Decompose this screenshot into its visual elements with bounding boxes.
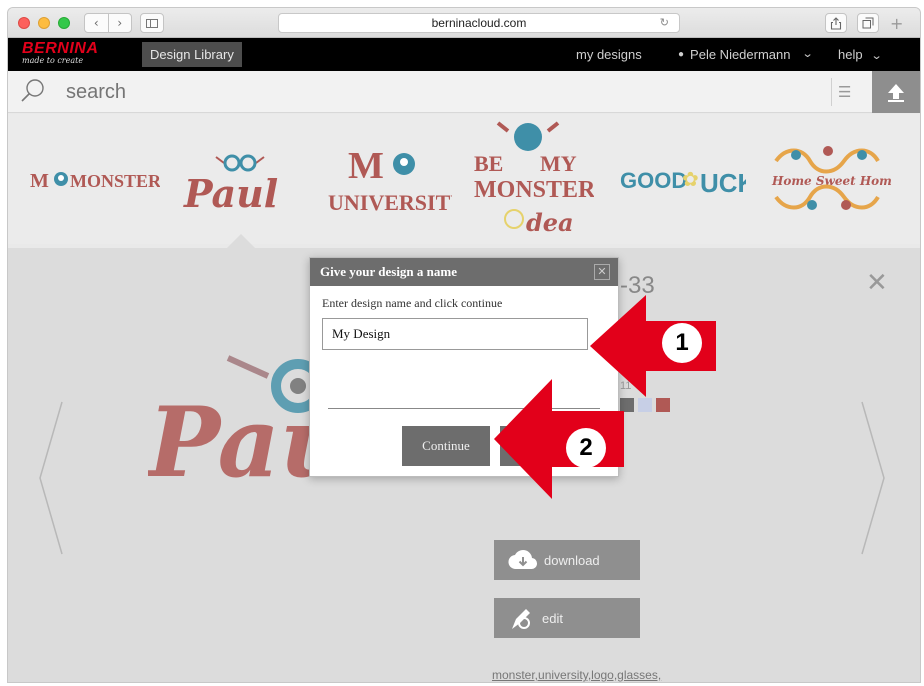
- carousel-item[interactable]: M MONSTER: [28, 114, 160, 244]
- continue-button[interactable]: Continue: [402, 426, 490, 466]
- svg-text:Paul: Paul: [183, 171, 278, 215]
- svg-text:MONSTER: MONSTER: [70, 171, 160, 191]
- share-button[interactable]: [825, 13, 847, 33]
- history-nav: ‹ ›: [84, 13, 132, 33]
- svg-text:BE: BE: [474, 151, 503, 176]
- svg-text:UCK: UCK: [700, 168, 746, 198]
- show-tabs-button[interactable]: [857, 13, 879, 33]
- dialog-close-icon[interactable]: ✕: [594, 264, 610, 280]
- tabs-icon: [862, 17, 874, 29]
- user-icon: ●: [678, 49, 685, 60]
- svg-text:M: M: [30, 170, 49, 192]
- carousel-item[interactable]: Home Sweet Home: [766, 114, 892, 244]
- next-design-arrow-icon[interactable]: [858, 398, 888, 558]
- chevron-down-icon: ⌄: [801, 48, 814, 60]
- dialog-title: Give your design a name: [310, 258, 618, 286]
- sidebar-icon: [146, 18, 158, 28]
- previous-design-arrow-icon[interactable]: [36, 398, 66, 558]
- design-name-input[interactable]: [322, 318, 588, 350]
- svg-text:UNIVERSITY: UNIVERSITY: [328, 190, 452, 215]
- forward-button[interactable]: ›: [107, 14, 132, 32]
- search-icon: [21, 79, 44, 102]
- design-carousel: M MONSTER Paul M UNIVERSITY: [8, 114, 920, 244]
- university-logo-icon: M UNIVERSITY: [328, 145, 452, 215]
- svg-text:MONSTER: MONSTER: [474, 177, 594, 203]
- search-bar: ☰ ⌄: [8, 71, 920, 129]
- minimize-window-button[interactable]: [38, 17, 50, 29]
- tab-design-library[interactable]: Design Library: [142, 42, 242, 67]
- user-menu[interactable]: ● Pele Niedermann ⌄: [678, 38, 814, 71]
- new-tab-button[interactable]: +: [890, 14, 903, 33]
- download-label: download: [544, 552, 600, 568]
- cloud-download-icon: [508, 550, 538, 570]
- good-luck-logo-icon: GOOD ✿ UCK: [620, 167, 746, 198]
- step-2-badge: 2: [566, 428, 606, 468]
- design-tags-link[interactable]: monster,university,logo,glasses,: [492, 668, 661, 682]
- paul-logo-icon: Paul: [183, 154, 278, 215]
- svg-text:✿: ✿: [682, 167, 699, 191]
- monster-idea-logo-icon: BE MY MONSTER dea: [474, 121, 594, 237]
- reload-icon[interactable]: ↻: [660, 14, 669, 32]
- chevron-down-icon: ⌄: [870, 50, 883, 62]
- url-text: berninacloud.com: [431, 16, 527, 30]
- selected-item-pointer: [227, 234, 255, 248]
- home-sweet-home-logo-icon: Home Sweet Home: [771, 146, 892, 210]
- search-input[interactable]: [66, 79, 566, 105]
- my-designs-link[interactable]: my designs: [576, 38, 642, 71]
- svg-text:MY: MY: [540, 151, 577, 176]
- address-bar[interactable]: berninacloud.com ↻: [278, 13, 680, 33]
- edit-button[interactable]: edit: [494, 598, 640, 638]
- upload-button[interactable]: [872, 71, 920, 113]
- svg-text:M: M: [348, 145, 384, 187]
- dialog-prompt: Enter design name and click continue: [322, 296, 503, 310]
- carousel-item[interactable]: Paul: [176, 114, 304, 244]
- sidebar-toggle-button[interactable]: [140, 13, 164, 33]
- svg-text:dea: dea: [526, 208, 574, 237]
- upload-icon: [888, 84, 904, 102]
- edit-icon: [512, 609, 530, 629]
- download-button[interactable]: download: [494, 540, 640, 580]
- help-menu[interactable]: help ⌄: [838, 38, 883, 71]
- svg-text:GOOD: GOOD: [620, 168, 687, 193]
- help-label: help: [838, 47, 863, 62]
- site-header: BERNINA made to create Design Library my…: [8, 38, 920, 71]
- edit-label: edit: [542, 610, 563, 626]
- step-1-badge: 1: [662, 323, 702, 363]
- close-window-button[interactable]: [18, 17, 30, 29]
- monster-logo-icon: M MONSTER: [30, 170, 160, 192]
- user-name: Pele Niedermann: [690, 47, 791, 62]
- carousel-item[interactable]: M UNIVERSITY: [324, 114, 452, 244]
- zoom-window-button[interactable]: [58, 17, 70, 29]
- back-button[interactable]: ‹: [85, 14, 108, 32]
- view-options-dropdown[interactable]: ☰ ⌄: [831, 78, 867, 129]
- bernina-logo[interactable]: BERNINA made to create: [22, 40, 98, 65]
- browser-window: ‹ › berninacloud.com ↻ + BERNINA made to…: [8, 8, 920, 682]
- close-icon[interactable]: ✕: [866, 268, 888, 298]
- carousel-item[interactable]: BE MY MONSTER dea: [464, 114, 594, 244]
- carousel-item[interactable]: GOOD ✿ UCK: [620, 114, 746, 244]
- step-2-arrow-icon: [494, 379, 624, 499]
- browser-toolbar: ‹ › berninacloud.com ↻ +: [8, 8, 920, 38]
- share-icon: [830, 16, 842, 30]
